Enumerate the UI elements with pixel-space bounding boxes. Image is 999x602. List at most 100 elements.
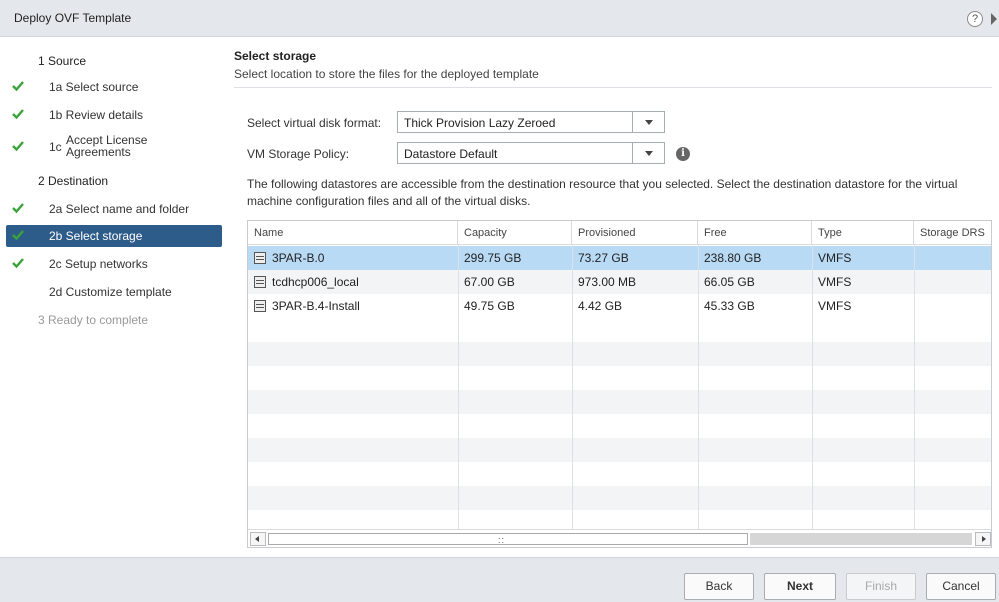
cell-provisioned: 973.00 MB (578, 275, 637, 289)
step-label: Accept License Agreements (66, 133, 148, 159)
table-row[interactable]: tcdhcp006_local 67.00 GB 973.00 MB 66.05… (248, 270, 991, 294)
scroll-track[interactable] (750, 533, 972, 545)
step-label: 2 Destination (38, 174, 109, 188)
step-1c-accept-license[interactable]: 1c Accept License Agreements (0, 134, 224, 160)
empty-row (248, 318, 991, 342)
main-panel: Select storage Select location to store … (234, 37, 999, 557)
storage-policy-dropdown[interactable]: Datastore Default (397, 142, 665, 164)
column-header-storage-drs[interactable]: Storage DRS (914, 221, 991, 245)
datastore-description: The following datastores are accessible … (247, 177, 958, 208)
arrow-right-icon (982, 536, 986, 542)
cell-type: VMFS (818, 251, 852, 265)
cell-name: 3PAR-B.0 (272, 251, 325, 265)
grip-icon: :: (498, 535, 506, 545)
cell-free: 66.05 GB (704, 275, 755, 289)
column-divider (914, 245, 915, 530)
info-icon[interactable]: i (676, 147, 690, 161)
cell-provisioned: 4.42 GB (578, 299, 623, 313)
datastore-icon (254, 252, 266, 264)
step-label: 1 Source (38, 54, 87, 68)
cell-free: 238.80 GB (704, 251, 762, 265)
arrow-left-icon (255, 536, 259, 542)
divider (234, 87, 992, 88)
help-icon[interactable]: ? (967, 11, 983, 27)
step-2c-setup-networks[interactable]: 2c Setup networks (0, 253, 224, 275)
step-1-source: 1 Source (0, 50, 224, 72)
step-label: 1b Review details (49, 108, 144, 122)
dialog-titlebar: Deploy OVF Template ? (0, 0, 999, 37)
empty-row (248, 366, 991, 390)
back-button[interactable]: Back (684, 573, 754, 600)
column-header-capacity[interactable]: Capacity (458, 221, 572, 245)
step-label: 3 Ready to complete (38, 313, 149, 327)
next-button[interactable]: Next (764, 573, 836, 600)
empty-row (248, 414, 991, 438)
check-icon (11, 107, 25, 121)
check-icon (11, 79, 25, 93)
column-header-name[interactable]: Name (248, 221, 458, 245)
step-1a-select-source[interactable]: 1a Select source (0, 76, 224, 98)
cancel-button[interactable]: Cancel (926, 573, 996, 600)
datastore-icon (254, 276, 266, 288)
dropdown-arrow[interactable] (632, 112, 664, 132)
cell-type: VMFS (818, 275, 852, 289)
check-icon (11, 201, 25, 215)
datastore-table: Name Capacity Provisioned Free Type Stor… (247, 220, 992, 548)
step-2a-select-name-folder[interactable]: 2a Select name and folder (0, 198, 224, 220)
column-header-type[interactable]: Type (812, 221, 914, 245)
cell-capacity: 67.00 GB (464, 275, 515, 289)
cell-capacity: 49.75 GB (464, 299, 515, 313)
empty-row (248, 342, 991, 366)
step-label: 2b Select storage (49, 229, 143, 243)
scroll-right-button[interactable] (975, 532, 991, 546)
dialog-footer: Back Next Finish Cancel (0, 557, 999, 602)
step-3-ready-to-complete: 3 Ready to complete (0, 309, 224, 331)
check-icon (11, 256, 25, 270)
scroll-thumb[interactable]: :: (268, 533, 748, 545)
check-icon (11, 228, 25, 242)
column-divider (698, 245, 699, 530)
storage-policy-value: Datastore Default (404, 147, 498, 161)
step-label: 2c Setup networks (49, 257, 148, 271)
step-number: 1c (49, 140, 62, 154)
step-2-destination: 2 Destination (0, 170, 224, 192)
table-row[interactable]: 3PAR-B.0 299.75 GB 73.27 GB 238.80 GB VM… (248, 246, 991, 270)
cell-provisioned: 73.27 GB (578, 251, 629, 265)
chevron-down-icon (645, 120, 653, 125)
step-1b-review-details[interactable]: 1b Review details (0, 104, 224, 126)
cell-name: tcdhcp006_local (272, 275, 359, 289)
dialog-title: Deploy OVF Template (14, 11, 132, 25)
disk-format-label: Select virtual disk format: (247, 116, 382, 130)
wizard-steps: 1 Source 1a Select source 1b Review deta… (0, 37, 224, 557)
cell-name: 3PAR-B.4-Install (272, 299, 360, 313)
empty-row (248, 462, 991, 486)
column-header-free[interactable]: Free (698, 221, 812, 245)
step-2d-customize-template[interactable]: 2d Customize template (0, 281, 224, 303)
step-label: 2d Customize template (49, 285, 172, 299)
storage-policy-label: VM Storage Policy: (247, 147, 350, 161)
column-divider (458, 245, 459, 530)
disk-format-value: Thick Provision Lazy Zeroed (404, 116, 556, 130)
horizontal-scrollbar[interactable]: :: (248, 529, 991, 547)
column-divider (812, 245, 813, 530)
scroll-left-button[interactable] (250, 532, 266, 546)
step-2b-select-storage[interactable]: 2b Select storage (6, 225, 222, 247)
page-title: Select storage (234, 49, 317, 63)
step-label: 1a Select source (49, 80, 139, 94)
empty-row (248, 486, 991, 510)
disk-format-dropdown[interactable]: Thick Provision Lazy Zeroed (397, 111, 665, 133)
cell-capacity: 299.75 GB (464, 251, 522, 265)
page-subtitle: Select location to store the files for t… (234, 67, 539, 81)
check-icon (11, 139, 25, 153)
cell-type: VMFS (818, 299, 852, 313)
dropdown-arrow[interactable] (632, 143, 664, 163)
chevron-down-icon (645, 151, 653, 156)
empty-row (248, 438, 991, 462)
finish-button: Finish (846, 573, 916, 600)
table-row[interactable]: 3PAR-B.4-Install 49.75 GB 4.42 GB 45.33 … (248, 294, 991, 318)
column-header-provisioned[interactable]: Provisioned (572, 221, 698, 245)
step-label: 2a Select name and folder (49, 202, 190, 216)
collapse-arrow-icon[interactable] (991, 13, 997, 25)
column-divider (572, 245, 573, 530)
table-header: Name Capacity Provisioned Free Type Stor… (248, 221, 991, 245)
